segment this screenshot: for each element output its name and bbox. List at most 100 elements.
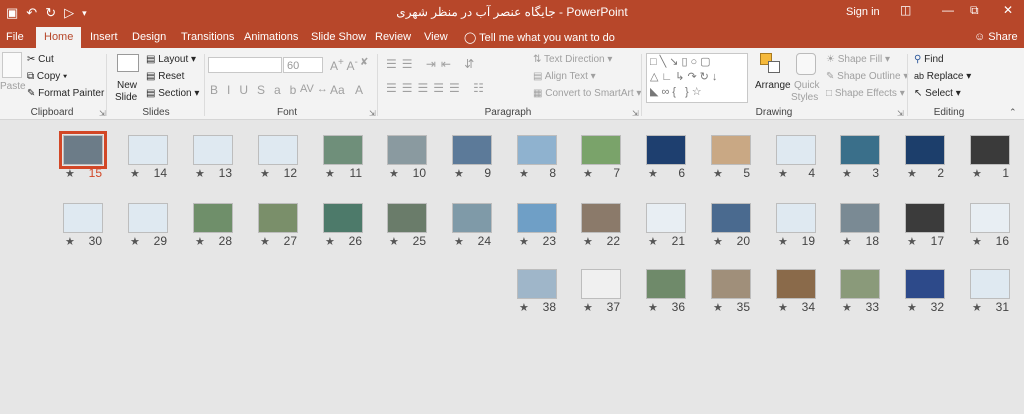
transition-star-icon[interactable]: ★ bbox=[325, 235, 335, 248]
quick-styles-label-1[interactable]: Quick bbox=[794, 80, 820, 91]
slide-thumbnail[interactable] bbox=[776, 269, 816, 299]
transition-star-icon[interactable]: ★ bbox=[778, 301, 788, 314]
transition-star-icon[interactable]: ★ bbox=[65, 167, 75, 180]
share-button[interactable]: ☺ Share bbox=[974, 31, 1018, 43]
transition-star-icon[interactable]: ★ bbox=[842, 167, 852, 180]
font-name-combobox[interactable] bbox=[208, 57, 282, 73]
slide-thumbnail[interactable] bbox=[387, 135, 427, 165]
slide-thumbnail[interactable] bbox=[452, 203, 492, 233]
new-slide-label-2[interactable]: Slide bbox=[115, 92, 137, 103]
slide-thumbnail[interactable] bbox=[711, 203, 751, 233]
transition-star-icon[interactable]: ★ bbox=[972, 235, 982, 248]
tell-me-box[interactable]: ◯ Tell me what you want to do bbox=[464, 31, 615, 44]
transition-star-icon[interactable]: ★ bbox=[907, 235, 917, 248]
align-text-button[interactable]: ▤ Align Text ▾ bbox=[533, 71, 596, 82]
transition-star-icon[interactable]: ★ bbox=[519, 167, 529, 180]
slide-thumbnail[interactable] bbox=[258, 135, 298, 165]
sign-in-link[interactable]: Sign in bbox=[846, 6, 880, 18]
paragraph-launcher-icon[interactable]: ⇲ bbox=[632, 109, 639, 118]
slide-thumbnail[interactable] bbox=[646, 269, 686, 299]
font-launcher-icon[interactable]: ⇲ bbox=[369, 109, 376, 118]
paste-icon[interactable] bbox=[2, 52, 22, 78]
slide-thumbnail[interactable] bbox=[840, 269, 880, 299]
font-size-combobox[interactable]: 60 bbox=[283, 57, 323, 73]
transition-star-icon[interactable]: ★ bbox=[778, 235, 788, 248]
tab-design[interactable]: Design bbox=[132, 31, 166, 43]
transition-star-icon[interactable]: ★ bbox=[583, 235, 593, 248]
format-painter-button[interactable]: ✎ Format Painter bbox=[27, 88, 104, 99]
shape-outline-button[interactable]: ✎ Shape Outline ▾ bbox=[826, 71, 908, 82]
transition-star-icon[interactable]: ★ bbox=[195, 167, 205, 180]
transition-star-icon[interactable]: ★ bbox=[842, 301, 852, 314]
slide-thumbnail[interactable] bbox=[63, 203, 103, 233]
transition-star-icon[interactable]: ★ bbox=[583, 167, 593, 180]
quick-styles-label-2[interactable]: Styles bbox=[791, 92, 818, 103]
copy-button[interactable]: ⧉ Copy ▾ bbox=[27, 71, 67, 82]
layout-button[interactable]: ▤ Layout ▾ bbox=[146, 54, 196, 65]
slide-thumbnail[interactable] bbox=[711, 135, 751, 165]
slide-thumbnail[interactable] bbox=[840, 203, 880, 233]
slide-thumbnail[interactable] bbox=[128, 203, 168, 233]
transition-star-icon[interactable]: ★ bbox=[842, 235, 852, 248]
slide-thumbnail[interactable] bbox=[970, 269, 1010, 299]
close-button[interactable]: ✕ bbox=[1003, 3, 1013, 17]
replace-button[interactable]: ab Replace ▾ bbox=[914, 71, 971, 82]
tab-slide-show[interactable]: Slide Show bbox=[311, 31, 366, 43]
slide-thumbnail[interactable] bbox=[517, 269, 557, 299]
cut-button[interactable]: ✂ Cut bbox=[27, 54, 54, 65]
text-direction-button[interactable]: ⇅ Text Direction ▾ bbox=[533, 54, 612, 65]
transition-star-icon[interactable]: ★ bbox=[519, 235, 529, 248]
font-color-icon[interactable]: A bbox=[355, 83, 363, 97]
change-case-icon[interactable]: Aa bbox=[330, 83, 345, 97]
tab-animations[interactable]: Animations bbox=[244, 31, 298, 43]
slide-thumbnail[interactable] bbox=[646, 135, 686, 165]
transition-star-icon[interactable]: ★ bbox=[130, 235, 140, 248]
slide-thumbnail[interactable] bbox=[646, 203, 686, 233]
slide-thumbnail[interactable] bbox=[387, 203, 427, 233]
tab-file[interactable]: File bbox=[6, 31, 24, 43]
tab-insert[interactable]: Insert bbox=[90, 31, 118, 43]
reset-button[interactable]: ▤ Reset bbox=[146, 71, 184, 82]
slide-thumbnail[interactable] bbox=[517, 203, 557, 233]
transition-star-icon[interactable]: ★ bbox=[130, 167, 140, 180]
transition-star-icon[interactable]: ★ bbox=[454, 235, 464, 248]
slide-thumbnail[interactable] bbox=[323, 203, 363, 233]
collapse-ribbon-icon[interactable]: ⌃ bbox=[1009, 107, 1017, 118]
convert-smartart-button[interactable]: ▦ Convert to SmartArt ▾ bbox=[533, 88, 641, 99]
slide-thumbnail[interactable] bbox=[128, 135, 168, 165]
slide-thumbnail[interactable] bbox=[59, 131, 107, 169]
clipboard-launcher-icon[interactable]: ⇲ bbox=[99, 109, 106, 118]
transition-star-icon[interactable]: ★ bbox=[648, 167, 658, 180]
font-style-buttons[interactable]: BIUSab bbox=[210, 83, 305, 97]
transition-star-icon[interactable]: ★ bbox=[260, 167, 270, 180]
transition-star-icon[interactable]: ★ bbox=[389, 235, 399, 248]
tab-transitions[interactable]: Transitions bbox=[181, 31, 234, 43]
slide-thumbnail[interactable] bbox=[581, 203, 621, 233]
new-slide-icon[interactable] bbox=[117, 54, 139, 72]
find-button[interactable]: ⚲ Find bbox=[914, 54, 944, 65]
clear-formatting-icon[interactable]: ✘ bbox=[360, 57, 368, 68]
transition-star-icon[interactable]: ★ bbox=[389, 167, 399, 180]
grow-font-icon[interactable]: A+ A- bbox=[330, 57, 358, 73]
slide-thumbnail[interactable] bbox=[905, 135, 945, 165]
restore-button[interactable]: ⧉ bbox=[970, 3, 979, 18]
slide-thumbnail[interactable] bbox=[776, 135, 816, 165]
transition-star-icon[interactable]: ★ bbox=[907, 301, 917, 314]
transition-star-icon[interactable]: ★ bbox=[583, 301, 593, 314]
arrange-icon[interactable] bbox=[760, 53, 782, 75]
slide-thumbnail[interactable] bbox=[581, 269, 621, 299]
transition-star-icon[interactable]: ★ bbox=[907, 167, 917, 180]
transition-star-icon[interactable]: ★ bbox=[648, 235, 658, 248]
paste-button[interactable]: Paste bbox=[0, 81, 26, 92]
slide-thumbnail[interactable] bbox=[517, 135, 557, 165]
transition-star-icon[interactable]: ★ bbox=[713, 167, 723, 180]
new-slide-label-1[interactable]: New bbox=[117, 80, 137, 91]
slide-thumbnail[interactable] bbox=[970, 203, 1010, 233]
shape-fill-button[interactable]: ☀ Shape Fill ▾ bbox=[826, 54, 890, 65]
transition-star-icon[interactable]: ★ bbox=[195, 235, 205, 248]
transition-star-icon[interactable]: ★ bbox=[325, 167, 335, 180]
transition-star-icon[interactable]: ★ bbox=[519, 301, 529, 314]
slide-thumbnail[interactable] bbox=[905, 203, 945, 233]
slide-thumbnail[interactable] bbox=[452, 135, 492, 165]
tab-view[interactable]: View bbox=[424, 31, 448, 43]
